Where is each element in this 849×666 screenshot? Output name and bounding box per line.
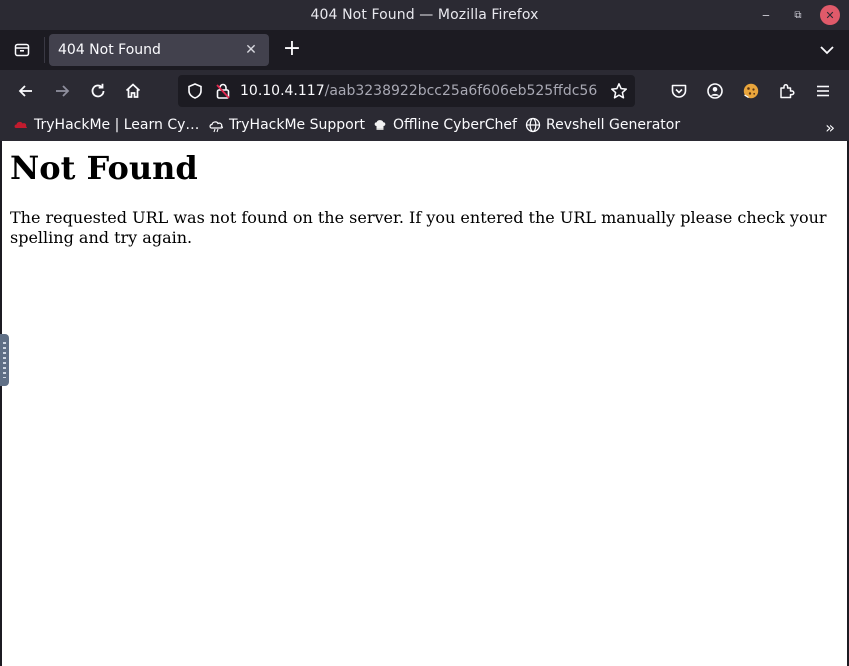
window-controls: ‒ ⧉ ✕	[756, 5, 840, 25]
bookmark-offline-cyberchef[interactable]: Offline CyberChef	[372, 117, 517, 133]
account-button[interactable]	[704, 80, 726, 102]
forward-icon	[56, 85, 70, 97]
tab-label: 404 Not Found	[58, 42, 161, 58]
shield-icon	[188, 83, 202, 99]
url-text[interactable]: 10.10.4.117/aab3238922bcc25a6f606eb525ff…	[240, 83, 597, 99]
bookmark-label: TryHackMe Support	[229, 117, 365, 133]
home-icon	[125, 83, 141, 98]
app-menu-button[interactable]	[812, 80, 834, 102]
error-message: The requested URL was not found on the s…	[10, 208, 827, 247]
tracking-protection-button[interactable]	[184, 80, 206, 102]
bookmarks-toolbar: TryHackMe | Learn Cy… TryHackMe Support …	[0, 112, 849, 141]
bookmark-tryhackme-support[interactable]: TryHackMe Support	[208, 117, 365, 133]
reload-icon	[91, 83, 105, 98]
bookmark-page-button[interactable]	[608, 80, 630, 102]
new-tab-button[interactable]: +	[281, 38, 303, 60]
star-icon	[610, 83, 628, 99]
bookmarks-overflow-button[interactable]: »	[825, 118, 835, 137]
bookmark-revshell-generator[interactable]: Revshell Generator	[525, 117, 680, 133]
back-button[interactable]	[15, 80, 37, 102]
menu-icon	[817, 85, 829, 97]
url-bar[interactable]: 10.10.4.117/aab3238922bcc25a6f606eb525ff…	[178, 75, 635, 107]
tab-strip: 404 Not Found ✕ +	[0, 30, 849, 70]
sidebar-handle[interactable]	[0, 334, 9, 386]
chevron-down-icon	[820, 46, 834, 55]
close-window-button[interactable]: ✕	[820, 5, 840, 25]
bookmark-label: TryHackMe | Learn Cy…	[34, 117, 200, 133]
globe-icon	[525, 117, 541, 133]
account-icon	[707, 83, 723, 99]
page-heading: Not Found	[10, 149, 198, 187]
bookmark-label: Revshell Generator	[546, 117, 681, 133]
bookmark-label: Offline CyberChef	[393, 117, 517, 133]
firefox-view-button[interactable]	[0, 30, 44, 70]
tab-close-button[interactable]: ✕	[243, 42, 259, 58]
cookie-extension-icon	[743, 83, 759, 99]
support-icon	[208, 117, 224, 133]
reload-button[interactable]	[87, 80, 109, 102]
list-all-tabs-button[interactable]	[817, 40, 837, 60]
window-titlebar: 404 Not Found — Mozilla Firefox ‒ ⧉ ✕	[0, 0, 849, 30]
url-host: 10.10.4.117	[240, 83, 325, 99]
extensions-button[interactable]	[776, 80, 798, 102]
grip-dots-icon	[3, 342, 6, 378]
tab-404-not-found[interactable]: 404 Not Found ✕	[49, 34, 269, 66]
extensions-icon	[780, 83, 795, 99]
navigation-toolbar: 10.10.4.117/aab3238922bcc25a6f606eb525ff…	[0, 70, 849, 112]
forward-button[interactable]	[51, 80, 73, 102]
page-content: Not Found The requested URL was not foun…	[2, 141, 847, 666]
cookie-extension-button[interactable]	[740, 80, 762, 102]
url-path: /aab3238922bcc25a6f606eb525ffdc56	[324, 83, 598, 99]
restore-button[interactable]: ⧉	[788, 5, 808, 25]
pocket-icon	[671, 84, 687, 98]
firefox-view-icon	[14, 43, 30, 57]
back-icon	[18, 85, 32, 97]
tryhackme-icon	[13, 117, 29, 133]
window-title: 404 Not Found — Mozilla Firefox	[310, 7, 539, 23]
site-security-button[interactable]	[212, 80, 234, 102]
minimize-button[interactable]: ‒	[756, 5, 776, 25]
bookmark-tryhackme[interactable]: TryHackMe | Learn Cy…	[13, 117, 199, 133]
insecure-lock-icon	[216, 83, 230, 99]
home-button[interactable]	[122, 80, 144, 102]
pocket-button[interactable]	[668, 80, 690, 102]
tab-separator	[44, 37, 45, 63]
chef-icon	[372, 117, 388, 133]
